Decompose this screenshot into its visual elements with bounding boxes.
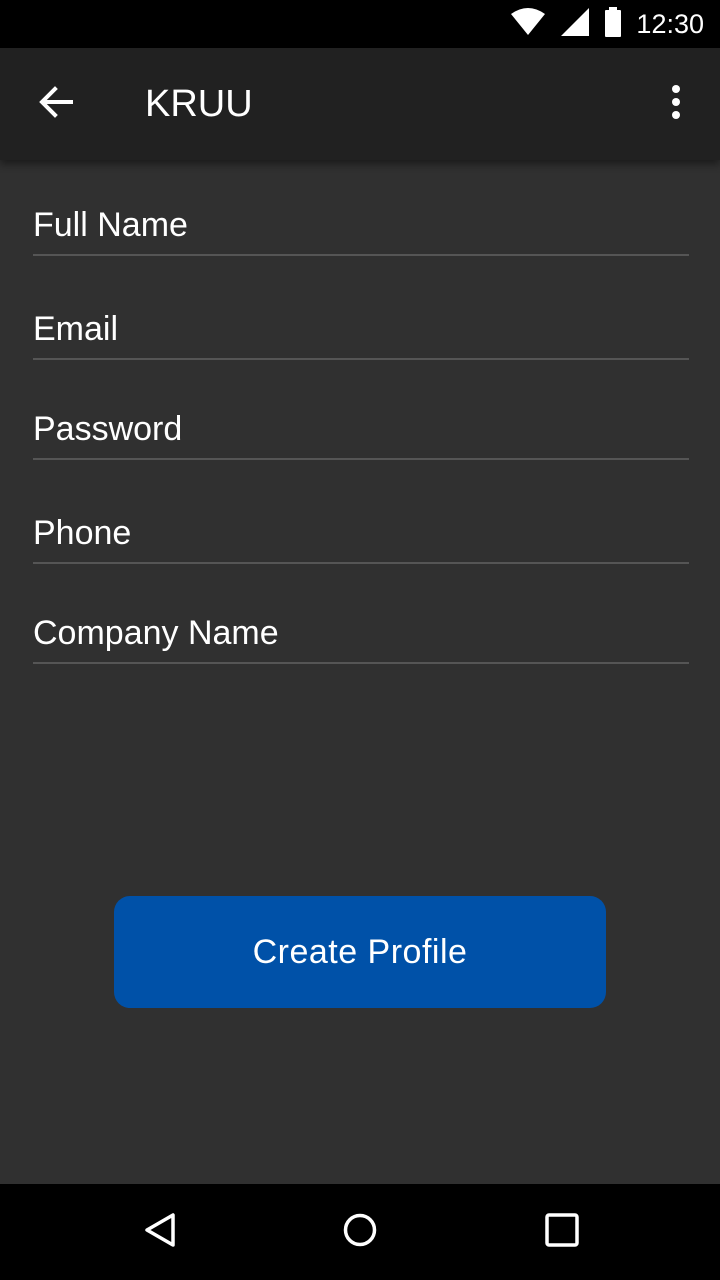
full-name-input[interactable]: [33, 196, 689, 254]
status-bar: 12:30: [0, 0, 720, 48]
nav-back-button[interactable]: [128, 1200, 192, 1264]
overflow-menu-button[interactable]: [652, 72, 700, 136]
recents-square-icon: [544, 1212, 580, 1253]
email-input[interactable]: [33, 300, 689, 358]
nav-recents-button[interactable]: [530, 1200, 594, 1264]
password-field: [33, 400, 689, 460]
full-name-field: [33, 196, 689, 256]
more-vert-icon: [670, 84, 682, 125]
create-profile-button[interactable]: Create Profile: [114, 896, 606, 1008]
home-circle-icon: [342, 1212, 378, 1253]
email-field: [33, 300, 689, 360]
password-input[interactable]: [33, 400, 689, 458]
company-name-input[interactable]: [33, 604, 689, 662]
back-button[interactable]: [24, 72, 88, 136]
app-bar: KRUU: [0, 48, 720, 160]
back-triangle-icon: [142, 1212, 178, 1253]
status-icons: 12:30: [510, 0, 704, 48]
wifi-icon: [510, 7, 546, 41]
company-name-field: [33, 604, 689, 664]
phone-input[interactable]: [33, 504, 689, 562]
system-nav-bar: [0, 1184, 720, 1280]
status-time: 12:30: [636, 8, 704, 39]
cellular-signal-icon: [560, 7, 590, 42]
nav-home-button[interactable]: [328, 1200, 392, 1264]
battery-icon: [604, 6, 622, 42]
phone-field: [33, 504, 689, 564]
app-title: KRUU: [145, 83, 253, 125]
arrow-back-icon: [38, 84, 74, 125]
